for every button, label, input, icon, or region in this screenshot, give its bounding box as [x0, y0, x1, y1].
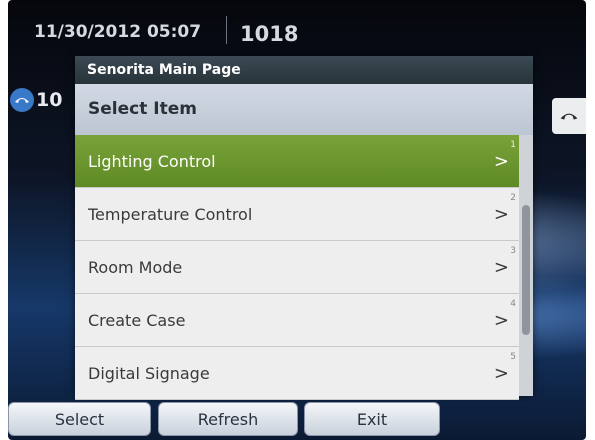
menu-item-label: Lighting Control — [88, 152, 216, 171]
line-key-label: 10 — [36, 89, 63, 111]
chevron-right-icon: > — [493, 363, 509, 384]
menu-item-digital-signage[interactable]: Digital Signage > 5 — [75, 347, 519, 400]
menu-item-create-case[interactable]: Create Case > 4 — [75, 294, 519, 347]
dialog-title: Senorita Main Page — [75, 56, 533, 84]
menu-item-lighting-control[interactable]: Lighting Control > 1 — [75, 135, 519, 188]
menu-scrollbar[interactable] — [519, 135, 533, 396]
status-divider — [226, 16, 227, 44]
scrollbar-thumb[interactable] — [522, 205, 530, 335]
status-bar: 11/30/2012 05:07 1018 — [8, 0, 586, 52]
chevron-right-icon: > — [493, 310, 509, 331]
menu-item-index: 3 — [510, 246, 516, 256]
phone-screen: 11/30/2012 05:07 1018 10 Senorita Main P… — [8, 0, 586, 440]
refresh-softkey[interactable]: Refresh — [158, 402, 298, 436]
menu-item-index: 5 — [510, 352, 516, 362]
menu-item-label: Room Mode — [88, 258, 183, 277]
menu-item-index: 1 — [510, 140, 516, 150]
line-key-left[interactable]: 10 — [10, 88, 62, 112]
menu-item-label: Create Case — [88, 311, 186, 330]
date-time: 11/30/2012 05:07 — [34, 22, 202, 42]
chevron-right-icon: > — [493, 257, 509, 278]
exit-softkey[interactable]: Exit — [304, 402, 440, 436]
menu-item-label: Temperature Control — [88, 205, 253, 224]
softkey-bar: Select Refresh Exit — [8, 402, 586, 440]
chevron-right-icon: > — [493, 151, 509, 172]
menu-item-room-mode[interactable]: Room Mode > 3 — [75, 241, 519, 294]
line-key-right[interactable] — [552, 98, 586, 134]
select-softkey[interactable]: Select — [8, 402, 151, 436]
menu-dialog: Senorita Main Page Select Item Lighting … — [75, 56, 533, 400]
menu-list: Lighting Control > 1 Temperature Control… — [75, 135, 519, 400]
menu-item-temperature-control[interactable]: Temperature Control > 2 — [75, 188, 519, 241]
menu-item-index: 4 — [510, 299, 516, 309]
handset-icon — [558, 107, 580, 126]
menu-item-label: Digital Signage — [88, 364, 210, 383]
handset-icon — [10, 88, 34, 112]
dialog-header: Select Item — [75, 84, 533, 135]
menu-item-index: 2 — [510, 193, 516, 203]
extension-number: 1018 — [240, 22, 299, 46]
chevron-right-icon: > — [493, 204, 509, 225]
